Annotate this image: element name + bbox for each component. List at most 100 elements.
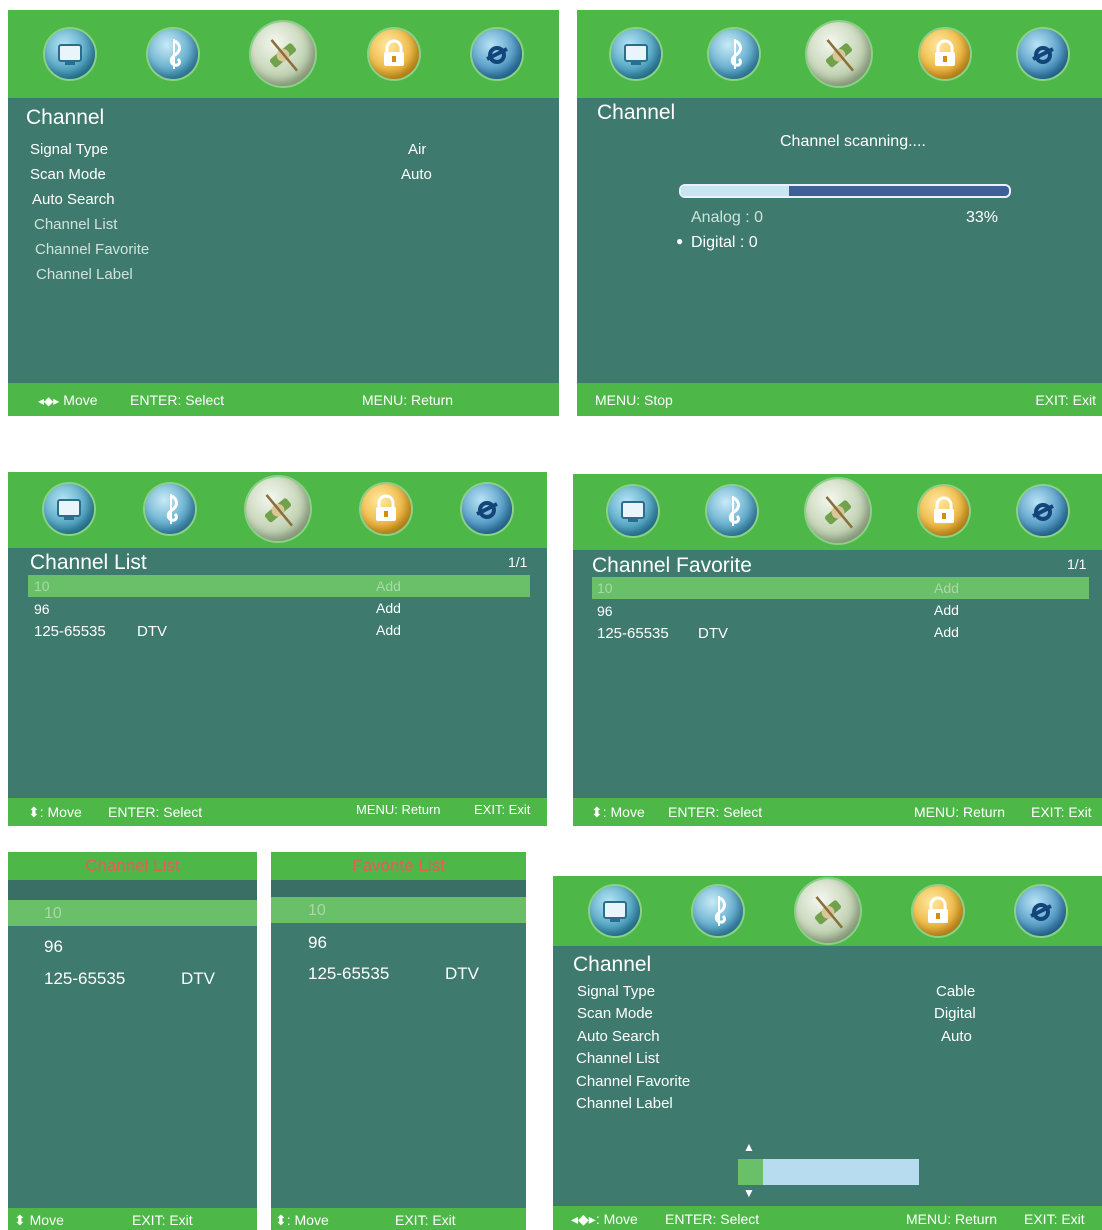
add-action[interactable]: Add [376,622,401,638]
page-indicator: 1/1 [1067,556,1087,572]
progress-percent-label: 33% [966,209,999,226]
tv-picture-icon[interactable] [589,886,640,936]
channel-type: DTV [181,969,215,988]
up-down-arrow-icon: ⬍ [14,1212,30,1228]
menu-hint: MENU: Return [914,804,1006,820]
menu-item-auto-search[interactable]: Auto Search [577,1028,660,1045]
settings-gear-icon[interactable] [1017,29,1068,79]
music-note-icon[interactable] [709,29,760,79]
scan-progress-bar [679,184,1011,198]
adjust-slider-fill [738,1159,764,1185]
tv-picture-icon[interactable] [43,484,94,534]
channel-list-panel: Channel List 1/1 10 Add 96 Add 125-65535… [8,472,547,826]
menu-item-scan-mode[interactable]: Scan Mode [577,1005,653,1022]
page-title: Channel Favorite [592,554,752,577]
favorite-list-popup: Favorite List 10 96 125-65535 DTV ⬍: Mov… [271,852,526,1230]
menu-item-channel-favorite: Channel Favorite [35,241,150,258]
digital-bullet-icon: ● [676,234,684,248]
music-note-icon[interactable] [148,29,199,79]
menu-item-signal-type[interactable]: Signal Type [577,983,655,1000]
popup-header-band [8,880,257,900]
menu-hint: MENU: Return [362,392,454,408]
satellite-channel-icon[interactable] [805,479,870,543]
exit-hint: EXIT: Exit [1035,392,1096,408]
exit-hint: EXIT: Exit [395,1212,456,1228]
enter-hint: ENTER: Select [665,1211,760,1227]
music-note-icon[interactable] [144,484,195,534]
slider-down-arrow-icon[interactable]: ▼ [743,1186,755,1200]
padlock-icon[interactable] [368,29,419,79]
four-way-arrow-icon: ◂◆▸ [38,394,60,408]
tv-picture-icon[interactable] [607,486,658,536]
channel-type: DTV [137,623,167,640]
menu-item-signal-type[interactable]: Signal Type [30,141,108,158]
settings-gear-icon[interactable] [1017,486,1068,536]
settings-gear-icon[interactable] [472,29,523,79]
padlock-icon[interactable] [912,886,963,936]
settings-gear-icon[interactable] [1015,886,1066,936]
channel-number: 96 [34,601,50,617]
padlock-icon[interactable] [360,484,411,534]
channel-number: 96 [308,933,327,952]
page-title: Channel [597,101,676,124]
exit-hint: EXIT: Exit [1024,1211,1085,1227]
tv-picture-icon[interactable] [611,29,662,79]
channel-menu-panel-cable: Channel Signal Type Cable Scan Mode Digi… [553,876,1102,1230]
scan-mode-value: Auto [401,166,432,183]
menu-item-auto-search[interactable]: Auto Search [32,191,115,208]
add-action[interactable]: Add [376,600,401,616]
footer-bar: ⬍: Move EXIT: Exit [271,1208,526,1230]
popup-title: Favorite List [271,852,526,880]
satellite-channel-icon[interactable] [807,22,872,86]
add-action[interactable]: Add [934,624,959,640]
up-down-arrow-icon: ⬍ [591,804,603,820]
selected-row-highlight[interactable] [592,577,1089,599]
menu-item-channel-favorite[interactable]: Channel Favorite [576,1073,690,1090]
add-action[interactable]: Add [376,578,401,594]
add-action[interactable]: Add [934,602,959,618]
up-down-arrow-icon: ⬍ [275,1212,287,1228]
music-note-icon[interactable] [706,486,757,536]
move-hint: ⬍: Move [28,804,82,820]
four-way-arrow-icon: ◂◆▸ [571,1211,596,1227]
satellite-channel-icon[interactable] [795,879,860,943]
analog-count: Analog : 0 [691,209,764,226]
signal-type-value: Air [408,141,427,158]
slider-up-arrow-icon[interactable]: ▲ [743,1140,755,1154]
page-indicator: 1/1 [508,554,528,570]
menu-item-scan-mode[interactable]: Scan Mode [30,166,106,183]
adjust-slider[interactable] [738,1159,919,1185]
channel-number: 10 [597,580,613,596]
footer-bar: ⬍: Move ENTER: Select MENU: Return EXIT:… [573,798,1102,826]
settings-gear-icon[interactable] [461,484,512,534]
padlock-icon[interactable] [919,29,970,79]
up-down-arrow-icon: ⬍ [28,804,40,820]
menu-icon-bar [573,474,1102,550]
channel-list-popup: Channel List 10 96 125-65535 DTV ⬍ Move … [8,852,257,1230]
move-hint: ⬍: Move [275,1212,329,1228]
padlock-icon[interactable] [918,486,969,536]
channel-number: 96 [597,603,613,619]
menu-icon-bar [8,472,547,548]
menu-item-channel-label[interactable]: Channel Label [576,1095,673,1112]
music-note-icon[interactable] [692,886,743,936]
menu-icon-bar [8,10,559,98]
menu-stop-hint: MENU: Stop [595,392,673,408]
scan-progress-fill [681,186,790,196]
scan-status-text: Channel scanning.... [780,133,926,150]
footer-bar: MENU: Stop EXIT: Exit [577,383,1102,416]
add-action[interactable]: Add [934,580,959,596]
channel-number: 125-65535 [44,969,126,988]
satellite-channel-icon[interactable] [251,22,316,86]
enter-hint: ENTER: Select [668,804,763,820]
popup-title: Channel List [8,852,257,880]
tv-picture-icon[interactable] [44,29,95,79]
exit-hint: EXIT: Exit [1031,804,1092,820]
scan-mode-value: Digital [934,1005,976,1022]
selected-row-highlight[interactable] [28,575,530,597]
exit-hint: EXIT: Exit [474,802,531,817]
menu-item-channel-list[interactable]: Channel List [576,1050,659,1067]
channel-type: DTV [698,625,728,642]
move-hint: ⬍: Move [591,804,645,820]
satellite-channel-icon[interactable] [245,477,310,541]
